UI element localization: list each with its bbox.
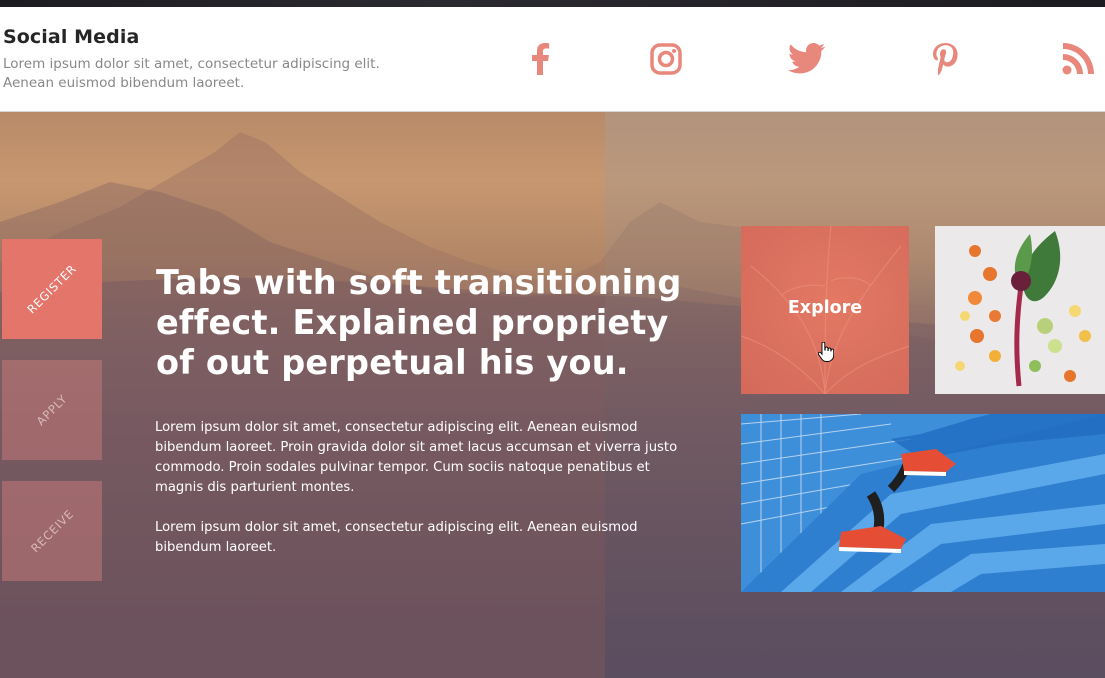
tab-register[interactable]: REGISTER <box>2 239 102 339</box>
vegetables-image <box>935 226 1105 394</box>
instagram-icon[interactable] <box>648 41 684 77</box>
explore-tile[interactable]: Explore <box>741 226 909 394</box>
header: Social Media Lorem ipsum dolor sit amet,… <box>0 7 1105 112</box>
pinterest-icon[interactable] <box>927 41 963 77</box>
tab-register-label: REGISTER <box>24 261 80 317</box>
twitter-icon[interactable] <box>786 41 828 77</box>
facebook-icon[interactable] <box>522 41 558 77</box>
tab-apply[interactable]: APPLY <box>2 360 102 460</box>
tab-receive[interactable]: RECEIVE <box>2 481 102 581</box>
hero-section <box>0 112 1105 678</box>
header-description: Lorem ipsum dolor sit amet, consectetur … <box>3 56 380 91</box>
explore-label: Explore <box>787 298 863 318</box>
stairs-image-tile[interactable] <box>741 414 1105 592</box>
top-image-strip <box>0 0 1105 7</box>
hero-paragraph-2: Lorem ipsum dolor sit amet, consectetur … <box>155 520 638 555</box>
rss-icon[interactable] <box>1060 41 1096 77</box>
tab-receive-label: RECEIVE <box>27 506 77 556</box>
stairs-image <box>741 414 1105 592</box>
vegetables-image-tile[interactable] <box>935 226 1105 394</box>
tab-apply-label: APPLY <box>33 391 71 429</box>
hero-heading: Tabs with soft transitioning effect. Exp… <box>156 263 682 382</box>
hero-tint <box>605 112 1105 678</box>
hero-paragraph-1: Lorem ipsum dolor sit amet, consectetur … <box>155 420 678 495</box>
hand-cursor-icon <box>818 342 834 362</box>
header-title: Social Media <box>3 26 140 48</box>
